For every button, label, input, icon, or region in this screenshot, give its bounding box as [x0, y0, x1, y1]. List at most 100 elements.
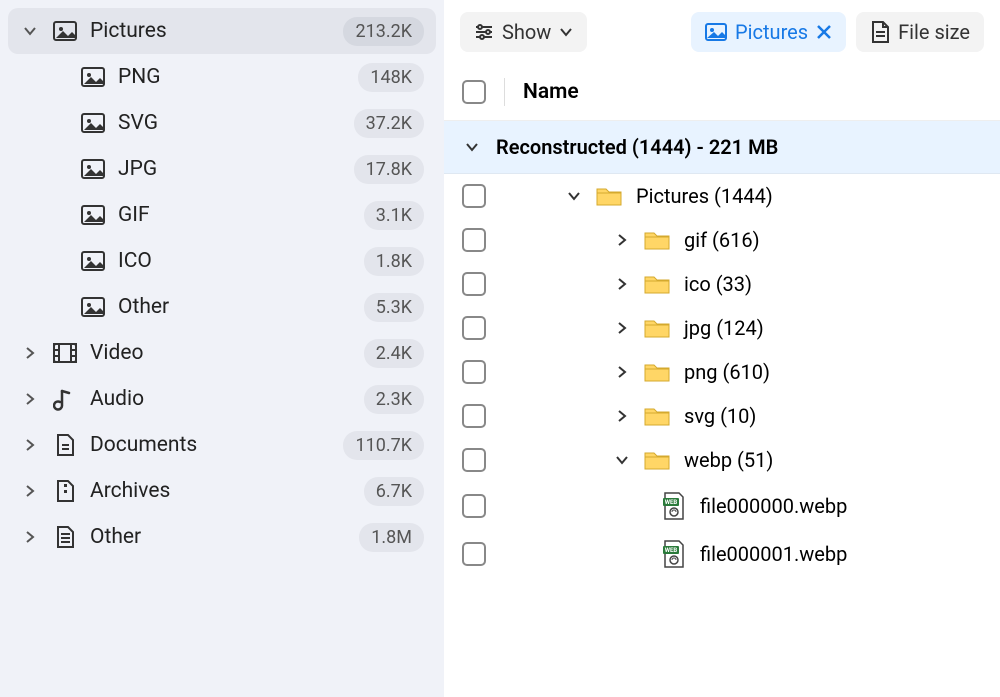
row-checkbox[interactable] — [462, 316, 486, 340]
row-checkbox[interactable] — [462, 494, 486, 518]
chevron-down-icon[interactable] — [566, 188, 582, 204]
picture-icon — [80, 248, 106, 274]
folder-row[interactable]: webp (51) — [444, 438, 1000, 482]
row-label: png (610) — [684, 360, 770, 384]
folder-icon — [644, 361, 670, 383]
folder-row[interactable]: jpg (124) — [444, 306, 1000, 350]
document-icon — [870, 21, 890, 43]
chevron-right-icon[interactable] — [20, 529, 40, 545]
folder-row[interactable]: png (610) — [444, 350, 1000, 394]
sidebar: Pictures213.2KPNG148KSVG37.2KJPG17.8KGIF… — [0, 0, 444, 697]
chevron-right-icon[interactable] — [614, 408, 630, 424]
video-icon — [52, 340, 78, 366]
row-label: webp (51) — [684, 448, 773, 472]
count-badge: 6.7K — [364, 477, 424, 506]
column-name[interactable]: Name — [523, 80, 579, 104]
picture-icon — [705, 21, 727, 43]
close-icon[interactable] — [816, 24, 832, 40]
count-badge: 2.4K — [364, 339, 424, 368]
sidebar-item-documents[interactable]: Documents110.7K — [8, 422, 436, 468]
row-checkbox[interactable] — [462, 448, 486, 472]
sidebar-item-label: Other — [90, 525, 141, 549]
sidebar-item-label: SVG — [118, 111, 158, 135]
folder-row[interactable]: gif (616) — [444, 218, 1000, 262]
chevron-right-icon[interactable] — [20, 345, 40, 361]
sidebar-item-png[interactable]: PNG148K — [8, 54, 436, 100]
row-label: ico (33) — [684, 272, 752, 296]
folder-icon — [644, 317, 670, 339]
row-checkbox[interactable] — [462, 228, 486, 252]
chevron-right-icon[interactable] — [20, 391, 40, 407]
filter-pictures-chip[interactable]: Pictures — [691, 12, 846, 52]
sidebar-item-other[interactable]: Other 1.8M — [8, 514, 436, 560]
chevron-down-icon[interactable] — [20, 23, 40, 39]
folder-row[interactable]: Pictures (1444) — [444, 174, 1000, 218]
row-checkbox[interactable] — [462, 184, 486, 208]
sidebar-item-label: Other — [118, 295, 169, 319]
folder-row[interactable]: ico (33) — [444, 262, 1000, 306]
count-badge: 3.1K — [364, 201, 424, 230]
sidebar-item-archives[interactable]: Archives6.7K — [8, 468, 436, 514]
chevron-down-icon — [559, 25, 573, 39]
audio-icon — [52, 386, 78, 412]
count-badge: 37.2K — [354, 109, 424, 138]
chevron-right-icon[interactable] — [614, 232, 630, 248]
picture-icon — [80, 156, 106, 182]
chevron-right-icon[interactable] — [20, 437, 40, 453]
group-header[interactable]: Reconstructed (1444) - 221 MB — [444, 121, 1000, 174]
filter-pictures-label: Pictures — [735, 20, 808, 44]
folder-icon — [644, 273, 670, 295]
sidebar-item-label: Pictures — [90, 19, 167, 43]
chevron-right-icon[interactable] — [614, 276, 630, 292]
row-checkbox[interactable] — [462, 360, 486, 384]
count-badge: 1.8M — [359, 523, 424, 552]
row-label: jpg (124) — [684, 316, 764, 340]
row-checkbox[interactable] — [462, 542, 486, 566]
sliders-icon — [474, 22, 494, 42]
select-all-checkbox[interactable] — [462, 80, 486, 104]
chevron-right-icon[interactable] — [614, 364, 630, 380]
count-badge: 213.2K — [343, 17, 424, 46]
row-label: file000000.webp — [700, 494, 847, 518]
webp-file-icon — [662, 540, 686, 568]
sidebar-item-video[interactable]: Video2.4K — [8, 330, 436, 376]
count-badge: 2.3K — [364, 385, 424, 414]
picture-icon — [80, 64, 106, 90]
folder-icon — [644, 229, 670, 251]
row-label: gif (616) — [684, 228, 760, 252]
file-row[interactable]: file000000.webp — [444, 482, 1000, 530]
archive-icon — [52, 478, 78, 504]
sidebar-item-gif[interactable]: GIF 3.1K — [8, 192, 436, 238]
chevron-down-icon[interactable] — [614, 452, 630, 468]
folder-icon — [596, 185, 622, 207]
sidebar-item-label: JPG — [118, 157, 157, 181]
sidebar-item-jpg[interactable]: JPG17.8K — [8, 146, 436, 192]
sidebar-item-svg[interactable]: SVG 37.2K — [8, 100, 436, 146]
picture-icon — [80, 110, 106, 136]
sidebar-item-label: ICO — [118, 249, 152, 273]
webp-file-icon — [662, 492, 686, 520]
picture-icon — [52, 18, 78, 44]
row-checkbox[interactable] — [462, 404, 486, 428]
sidebar-item-label: GIF — [118, 203, 150, 227]
document-icon — [52, 432, 78, 458]
sidebar-item-ico[interactable]: ICO1.8K — [8, 238, 436, 284]
sidebar-item-audio[interactable]: Audio 2.3K — [8, 376, 436, 422]
count-badge: 5.3K — [364, 293, 424, 322]
chevron-right-icon[interactable] — [20, 483, 40, 499]
divider — [504, 78, 505, 106]
show-button[interactable]: Show — [460, 12, 587, 52]
file-row[interactable]: file000001.webp — [444, 530, 1000, 578]
show-label: Show — [502, 20, 551, 44]
count-badge: 148K — [358, 63, 424, 92]
sidebar-item-pictures[interactable]: Pictures 213.2K — [8, 8, 436, 54]
row-checkbox[interactable] — [462, 272, 486, 296]
row-label: Pictures (1444) — [636, 184, 773, 208]
sidebar-item-label: Audio — [90, 387, 144, 411]
sidebar-item-other[interactable]: Other 5.3K — [8, 284, 436, 330]
filesize-button[interactable]: File size — [856, 12, 984, 52]
folder-row[interactable]: svg (10) — [444, 394, 1000, 438]
file-list: Pictures (1444) gif (616) ico (33) jpg (124… — [444, 174, 1000, 578]
chevron-right-icon[interactable] — [614, 320, 630, 336]
folder-icon — [644, 449, 670, 471]
